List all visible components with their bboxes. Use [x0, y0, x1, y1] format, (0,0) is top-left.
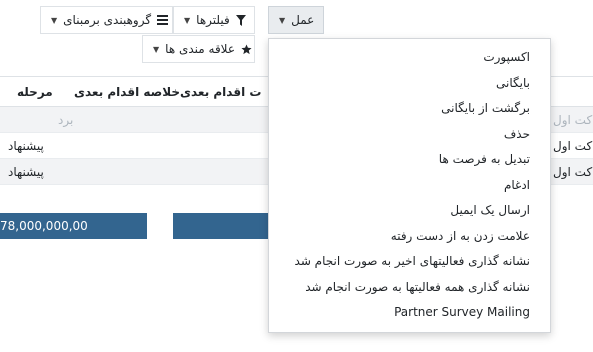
action-button[interactable]: ▼ عمل — [268, 6, 324, 34]
groupby-label: گروهبندی برمبنای — [63, 13, 152, 27]
cell-left-text: کت اول — [553, 165, 593, 179]
menu-item-delete[interactable]: حذف — [269, 122, 550, 148]
cell-left-text: کت اول — [553, 139, 593, 153]
column-header-stage[interactable]: مرحله — [17, 85, 53, 99]
column-header-next-activity[interactable]: ت اقدام بعدی — [180, 85, 261, 99]
cell-stage: پیشنهاد — [8, 139, 44, 153]
action-label: عمل — [291, 13, 315, 27]
caret-down-icon: ▼ — [153, 44, 160, 54]
menu-item-mark-lost[interactable]: علامت زدن به از دست رفته — [269, 224, 550, 250]
column-header-next-activity-summary[interactable]: خلاصه اقدام بعدی — [74, 85, 180, 99]
star-icon — [241, 43, 252, 55]
groupby-button[interactable]: ▼ گروهبندی برمبنای — [40, 6, 173, 34]
menu-item-mark-all-activities-done[interactable]: نشانه گذاری همه فعالیتها به صورت انجام ش… — [269, 275, 550, 301]
menu-item-export[interactable]: اکسپورت — [269, 45, 550, 71]
cell-stage: برد — [58, 113, 74, 127]
caret-down-icon: ▼ — [279, 15, 286, 25]
filters-label: فیلترها — [196, 13, 230, 27]
filters-button[interactable]: ▼ فیلترها — [173, 6, 255, 34]
favorites-button[interactable]: ▼ علاقه مندی ها — [142, 35, 255, 63]
caret-down-icon: ▼ — [51, 15, 58, 25]
menu-item-unarchive[interactable]: برگشت از بایگانی — [269, 96, 550, 122]
cell-stage: پیشنهاد — [8, 165, 44, 179]
menu-item-partner-survey-mailing[interactable]: Partner Survey Mailing — [269, 300, 550, 326]
menu-item-mark-recent-activities-done[interactable]: نشانه گذاری فعالیتهای اخیر به صورت انجام… — [269, 249, 550, 275]
cell-left-text: کت اول — [553, 113, 593, 127]
total-value: 78,000,000,00 — [0, 219, 88, 233]
action-dropdown-menu: اکسپورت بایگانی برگشت از بایگانی حذف تبد… — [268, 38, 551, 333]
menu-item-send-email[interactable]: ارسال یک ایمیل — [269, 198, 550, 224]
total-bar-secondary — [173, 213, 269, 239]
filter-icon — [235, 14, 246, 26]
favorites-label: علاقه مندی ها — [165, 42, 235, 56]
caret-down-icon: ▼ — [184, 15, 191, 25]
menu-item-convert-to-opportunities[interactable]: تبدیل به فرصت ها — [269, 147, 550, 173]
menu-item-archive[interactable]: بایگانی — [269, 71, 550, 97]
menu-item-merge[interactable]: ادغام — [269, 173, 550, 199]
total-bar: 78,000,000,00 — [0, 213, 147, 239]
list-bars-icon — [157, 15, 169, 25]
